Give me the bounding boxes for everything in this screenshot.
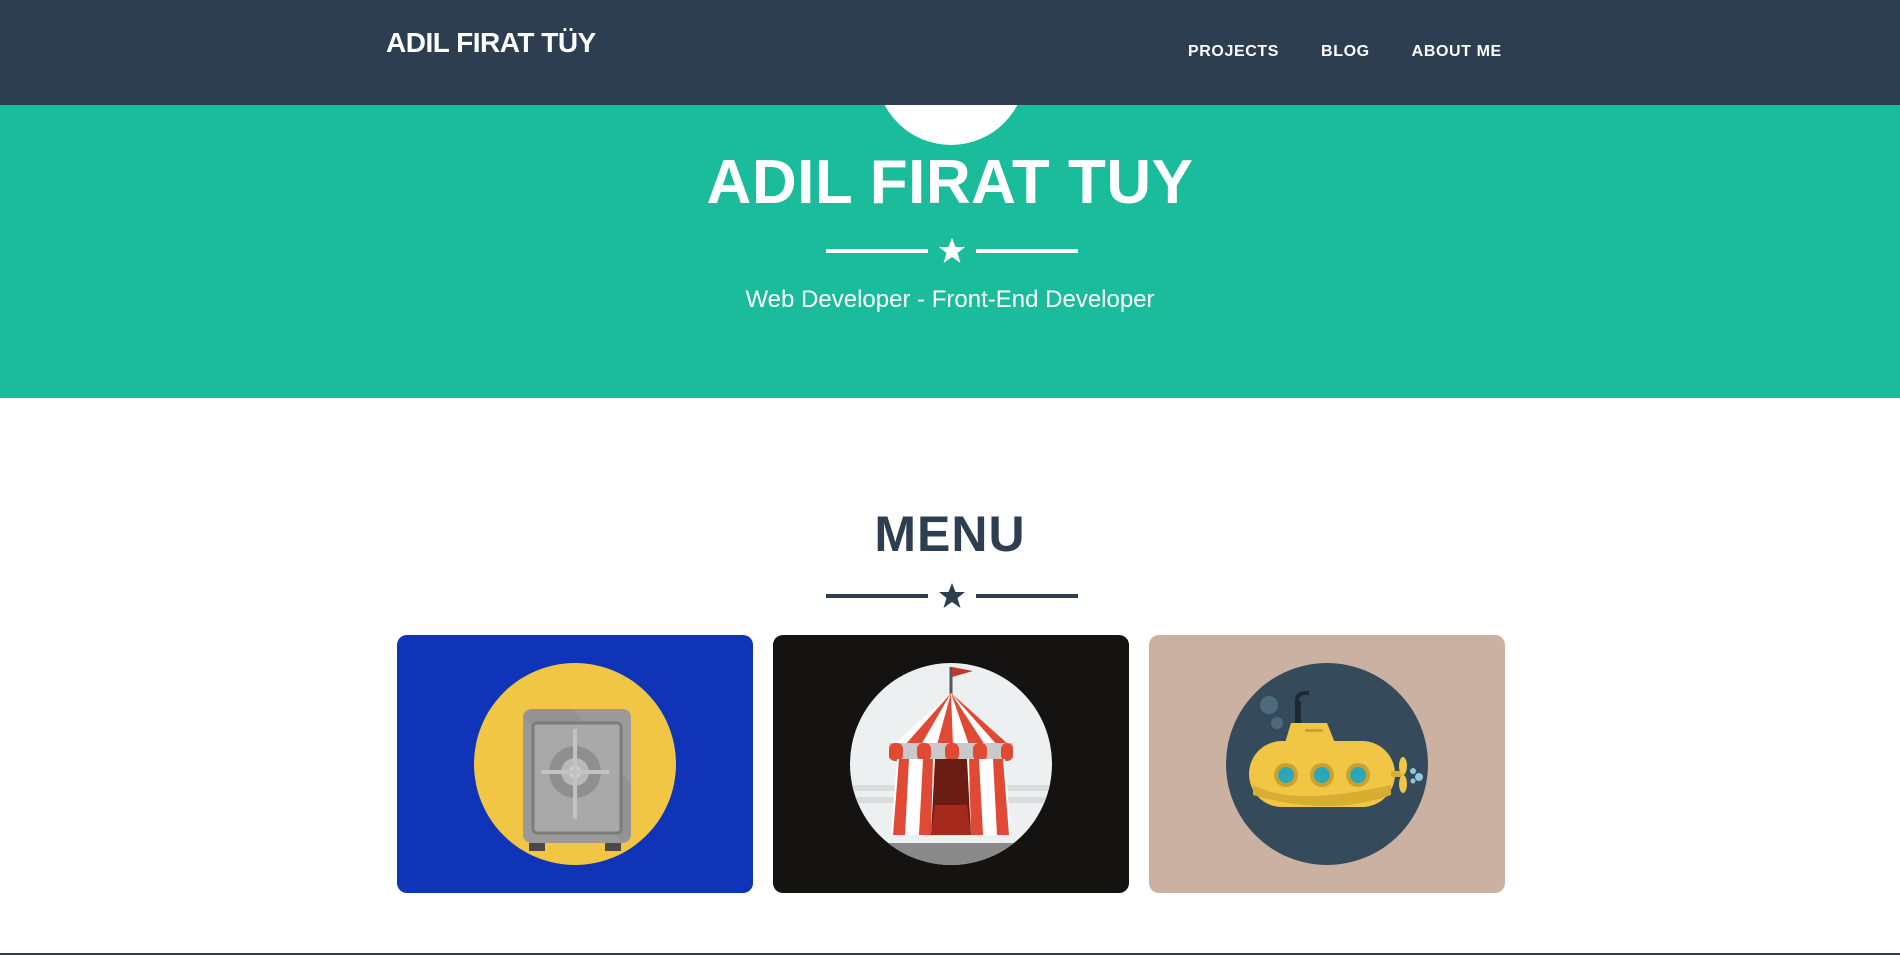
nav-link-blog[interactable]: BLOG [1321, 43, 1370, 61]
navbar: ADIL FIRAT TÜY PROJECTS BLOG ABOUT ME [0, 0, 1900, 105]
nav-links: PROJECTS BLOG ABOUT ME [1188, 43, 1544, 61]
brand-link[interactable]: ADIL FIRAT TÜY [386, 27, 596, 59]
menu-card-submarine[interactable] [1149, 635, 1505, 893]
menu-star-divider [826, 583, 1078, 608]
safe-icon [474, 663, 676, 865]
nav-link-about-me[interactable]: ABOUT ME [1412, 43, 1502, 61]
menu-card-circus-tent[interactable] [773, 635, 1129, 893]
star-icon [939, 238, 965, 263]
profile-avatar [876, 105, 1026, 145]
submarine-icon [1226, 663, 1428, 865]
star-icon [939, 583, 965, 608]
menu-card-safe[interactable] [397, 635, 753, 893]
hero-subtitle: Web Developer - Front-End Developer [745, 286, 1155, 313]
hero-title: ADIL FIRAT TUY [706, 148, 1194, 217]
circus-tent-icon [850, 663, 1052, 865]
menu-section-title: MENU [874, 506, 1026, 562]
hero-header: ADIL FIRAT TUY Web Developer - Front-End… [0, 105, 1900, 398]
nav-link-projects[interactable]: PROJECTS [1188, 43, 1279, 61]
hero-star-divider [826, 238, 1078, 263]
